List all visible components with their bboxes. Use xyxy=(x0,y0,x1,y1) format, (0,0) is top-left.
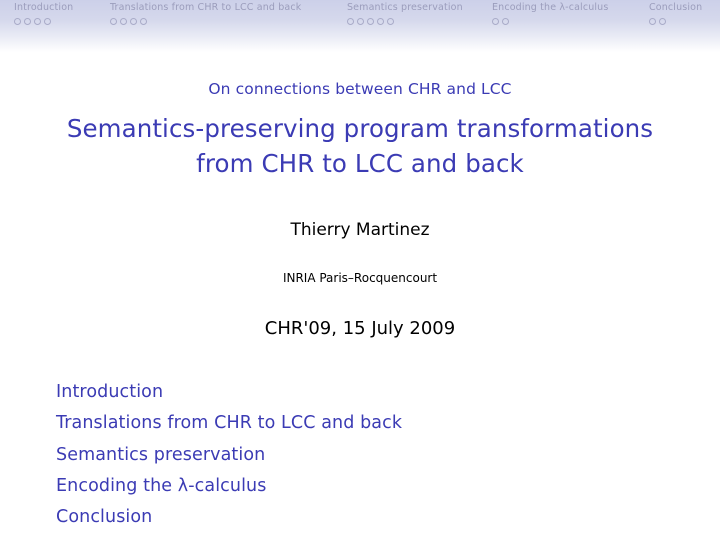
nav-section-conclusion[interactable]: Conclusion xyxy=(649,2,702,26)
nav-section-label: Semantics preservation xyxy=(347,2,463,13)
nav-section-slide-dots[interactable] xyxy=(649,16,702,26)
nav-slide-dot[interactable] xyxy=(659,18,666,25)
nav-section-slide-dots[interactable] xyxy=(347,16,463,26)
nav-section-semantics-preservation[interactable]: Semantics preservation xyxy=(347,2,463,26)
nav-section-label: Encoding the λ-calculus xyxy=(492,2,609,13)
navigation-sections: Introduction Translations from CHR to LC… xyxy=(0,2,720,32)
table-of-contents: Introduction Translations from CHR to LC… xyxy=(56,377,676,533)
nav-slide-dot[interactable] xyxy=(502,18,509,25)
author-institute: INRIA Paris–Rocquencourt xyxy=(282,271,438,285)
title-block: On connections between CHR and LCC Seman… xyxy=(0,78,720,181)
navigation-bar: Introduction Translations from CHR to LC… xyxy=(0,0,720,52)
title-line-1: Semantics-preserving program transformat… xyxy=(66,114,654,143)
nav-slide-dot[interactable] xyxy=(120,18,127,25)
toc-item-introduction[interactable]: Introduction xyxy=(56,377,676,408)
toc-item-conclusion[interactable]: Conclusion xyxy=(56,502,676,533)
title-line-2: from CHR to LCC and back xyxy=(196,149,524,178)
toc-item-encoding-the-lambda-calculus[interactable]: Encoding the λ-calculus xyxy=(56,471,676,502)
nav-slide-dot[interactable] xyxy=(110,18,117,25)
nav-slide-dot[interactable] xyxy=(357,18,364,25)
nav-slide-dot[interactable] xyxy=(367,18,374,25)
nav-section-encoding-the-lambda-calculus[interactable]: Encoding the λ-calculus xyxy=(492,2,608,26)
author-block: Thierry Martinez INRIA Paris–Rocquencour… xyxy=(0,218,720,341)
nav-section-label: Introduction xyxy=(14,2,74,13)
nav-section-slide-dots[interactable] xyxy=(492,16,608,26)
nav-slide-dot[interactable] xyxy=(44,18,51,25)
nav-slide-dot[interactable] xyxy=(140,18,147,25)
presentation-subtitle: On connections between CHR and LCC xyxy=(208,80,512,98)
nav-slide-dot[interactable] xyxy=(492,18,499,25)
presentation-title: Semantics-preserving program transformat… xyxy=(0,111,720,181)
toc-item-translations-from-chr-to-lcc-and-back[interactable]: Translations from CHR to LCC and back xyxy=(56,408,676,439)
nav-section-slide-dots[interactable] xyxy=(14,16,73,26)
nav-slide-dot[interactable] xyxy=(34,18,41,25)
nav-section-slide-dots[interactable] xyxy=(110,16,301,26)
nav-section-label: Conclusion xyxy=(649,2,703,13)
nav-section-label: Translations from CHR to LCC and back xyxy=(110,2,302,13)
nav-section-introduction[interactable]: Introduction xyxy=(14,2,73,26)
author-name: Thierry Martinez xyxy=(290,220,430,240)
nav-section-translations-from-chr-to-lcc-and-back[interactable]: Translations from CHR to LCC and back xyxy=(110,2,301,26)
toc-item-semantics-preservation[interactable]: Semantics preservation xyxy=(56,440,676,471)
nav-slide-dot[interactable] xyxy=(14,18,21,25)
nav-slide-dot[interactable] xyxy=(24,18,31,25)
presentation-date: CHR'09, 15 July 2009 xyxy=(264,318,456,339)
nav-slide-dot[interactable] xyxy=(347,18,354,25)
nav-slide-dot[interactable] xyxy=(387,18,394,25)
nav-slide-dot[interactable] xyxy=(130,18,137,25)
nav-slide-dot[interactable] xyxy=(377,18,384,25)
nav-slide-dot[interactable] xyxy=(649,18,656,25)
